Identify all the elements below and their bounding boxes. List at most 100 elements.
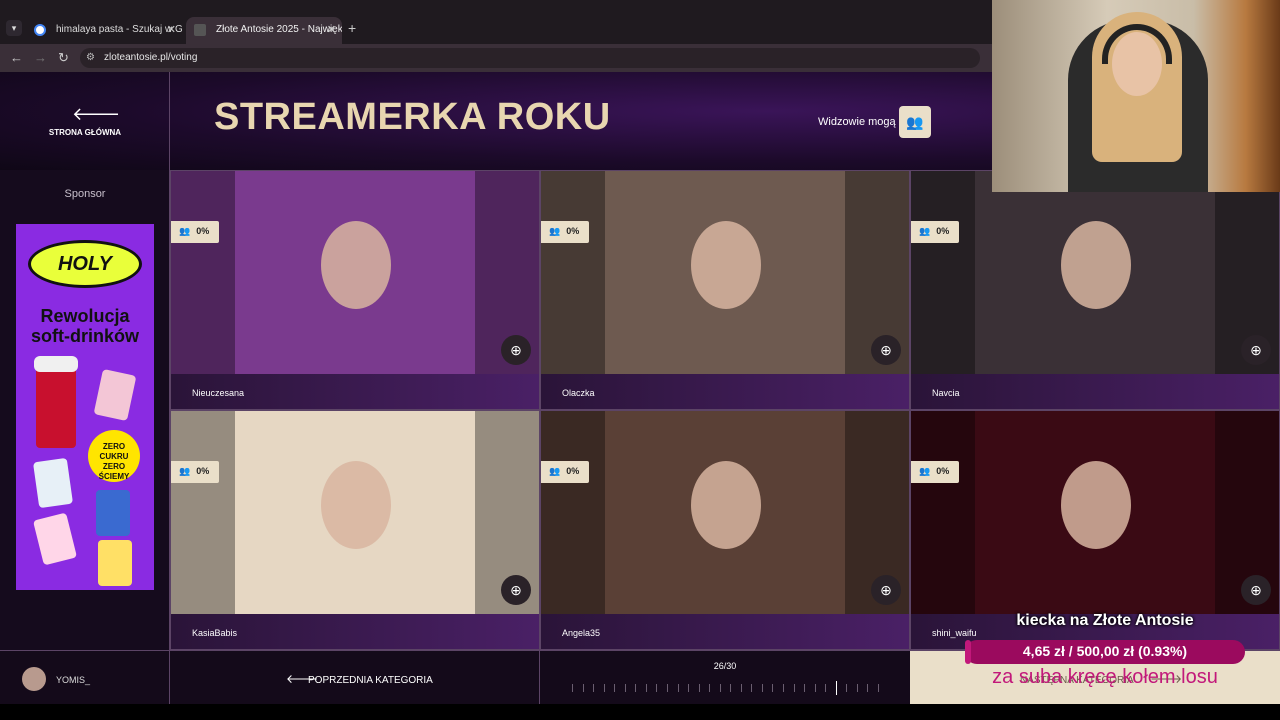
site-info-icon[interactable]: ⚙ [86, 52, 95, 63]
vote-percent: 0% [196, 466, 210, 476]
drink-pack-image [96, 490, 130, 536]
drink-pack-image [98, 540, 132, 586]
viewers-group-icon[interactable]: 👥 [899, 106, 931, 138]
progress-tick [761, 684, 763, 692]
donation-subtitle: za suba kręcę kołem losu [992, 666, 1218, 688]
close-tab-icon[interactable]: ✕ [167, 23, 176, 36]
vote-percent-badge: 👥 0% [171, 461, 219, 483]
progress-tick [582, 684, 584, 692]
url-text: zloteantosie.pl/voting [104, 52, 198, 63]
badge-line: ZERO [102, 462, 126, 471]
page-title: STREAMERKA ROKU [214, 96, 611, 138]
candidate-card[interactable]: 👥 0% ⊕ Nieuczesana [170, 170, 540, 410]
progress-tick [835, 681, 837, 695]
progress-tick [730, 684, 732, 692]
progress-tick [688, 684, 690, 692]
candidate-card[interactable]: 👥 0% ⊕ KasiaBabis [170, 410, 540, 650]
progress-tick [867, 684, 869, 692]
tab-google-search[interactable]: himalaya pasta - Szukaj w Goog ✕ [26, 17, 182, 44]
webcam-overlay [992, 0, 1280, 192]
badge-line: ŚCIEMY [98, 472, 130, 481]
progress-tick [698, 684, 700, 692]
candidate-name: Angela35 [541, 614, 909, 649]
vote-percent-badge: 👥 0% [911, 221, 959, 243]
previous-category-label: POPRZEDNIA KATEGORIA [308, 675, 433, 686]
zoom-in-icon[interactable]: ⊕ [1241, 575, 1271, 605]
badge-line: CUKRU [99, 452, 129, 461]
url-field[interactable]: ⚙ zloteantosie.pl/voting [80, 48, 980, 68]
progress-tick [783, 684, 785, 692]
candidate-name: Olaczka [541, 374, 909, 409]
user-profile[interactable]: YOMIS_ [0, 651, 170, 704]
candidate-card[interactable]: 👥 0% ⊕ Angela35 [540, 410, 910, 650]
progress-tick [593, 684, 595, 692]
sponsor-ad-banner[interactable]: HOLY Rewolucja soft-drinków ZERO CUKRU Z… [16, 224, 154, 590]
vote-percent-badge: 👥 0% [541, 221, 589, 243]
progress-tick [825, 684, 827, 692]
zero-sugar-badge: ZERO CUKRU ZERO ŚCIEMY [88, 430, 140, 482]
category-progress: 26/30 [540, 651, 910, 704]
vote-percent: 0% [936, 226, 950, 236]
candidate-name: Nieuczesana [171, 374, 539, 409]
zoom-in-icon[interactable]: ⊕ [1241, 335, 1271, 365]
zoom-in-icon[interactable]: ⊕ [871, 335, 901, 365]
progress-tick [603, 684, 605, 692]
home-button[interactable]: 🡐 STRONA GŁÓWNA [0, 72, 170, 170]
progress-tick [624, 684, 626, 692]
sponsor-label: Sponsor [64, 188, 106, 200]
progress-tick [709, 684, 711, 692]
candidate-photo[interactable] [911, 411, 1279, 614]
vote-percent-badge: 👥 0% [541, 461, 589, 483]
progress-tick [772, 684, 774, 692]
tab-label: Złote Antosie 2025 - Największ [216, 24, 342, 35]
users-icon: 👥 [549, 226, 561, 236]
tab-search-dropdown[interactable]: ▾ [6, 20, 22, 36]
shaker-image [34, 356, 78, 448]
candidate-photo[interactable] [171, 171, 539, 374]
home-label: STRONA GŁÓWNA [48, 128, 122, 137]
previous-category-button[interactable]: 🡐 POPRZEDNIA KATEGORIA [170, 651, 540, 704]
candidate-photo[interactable] [911, 171, 1279, 374]
progress-ticks [572, 681, 879, 695]
users-icon: 👥 [179, 466, 191, 476]
progress-tick [793, 684, 795, 692]
candidate-name: Navcia [911, 374, 1279, 409]
progress-counter: 26/30 [713, 661, 737, 671]
progress-tick [635, 684, 637, 692]
candidate-photo[interactable] [171, 411, 539, 614]
candidate-grid: 👥 0% ⊕ Nieuczesana 👥 0% ⊕ Olaczka 👥 0% ⊕ Navcia 👥 0% ⊕… [170, 170, 1280, 650]
zoom-in-icon[interactable]: ⊕ [871, 575, 901, 605]
vote-percent: 0% [566, 466, 580, 476]
zoom-in-icon[interactable]: ⊕ [501, 575, 531, 605]
new-tab-icon[interactable]: + [348, 20, 356, 36]
zoom-in-icon[interactable]: ⊕ [501, 335, 531, 365]
progress-tick [856, 684, 858, 692]
viewers-label: Widzowie mogą [818, 116, 896, 128]
drink-pack-image [32, 512, 78, 566]
donation-title: kiecka na Złote Antosie [1016, 612, 1194, 629]
candidate-photo[interactable] [541, 411, 909, 614]
close-tab-icon[interactable]: ✕ [327, 23, 336, 36]
tab-zlote-antosie[interactable]: Złote Antosie 2025 - Największ ✕ [186, 17, 342, 44]
donation-goal-overlay: kiecka na Złote Antosie 4,65 zł / 500,00… [960, 610, 1250, 704]
vote-percent-badge: 👥 0% [171, 221, 219, 243]
candidate-card[interactable]: 👥 0% ⊕ Navcia [910, 170, 1280, 410]
progress-tick [677, 684, 679, 692]
progress-tick [572, 684, 573, 692]
vote-percent: 0% [196, 226, 210, 236]
back-icon[interactable]: ← [10, 50, 23, 65]
users-icon: 👥 [919, 226, 931, 236]
holy-logo: HOLY [28, 240, 142, 288]
vote-percent: 0% [566, 226, 580, 236]
badge-line: ZERO [102, 442, 126, 451]
candidate-photo[interactable] [541, 171, 909, 374]
ad-slogan-line2: soft-drinków [31, 326, 139, 346]
progress-tick [645, 684, 647, 692]
site-favicon-icon [194, 24, 206, 36]
reload-icon[interactable]: ↻ [58, 50, 69, 66]
candidate-card[interactable]: 👥 0% ⊕ Olaczka [540, 170, 910, 410]
drink-pack-image [93, 368, 137, 422]
progress-tick [846, 684, 848, 692]
forward-icon[interactable]: → [34, 50, 47, 65]
avatar [22, 667, 46, 691]
